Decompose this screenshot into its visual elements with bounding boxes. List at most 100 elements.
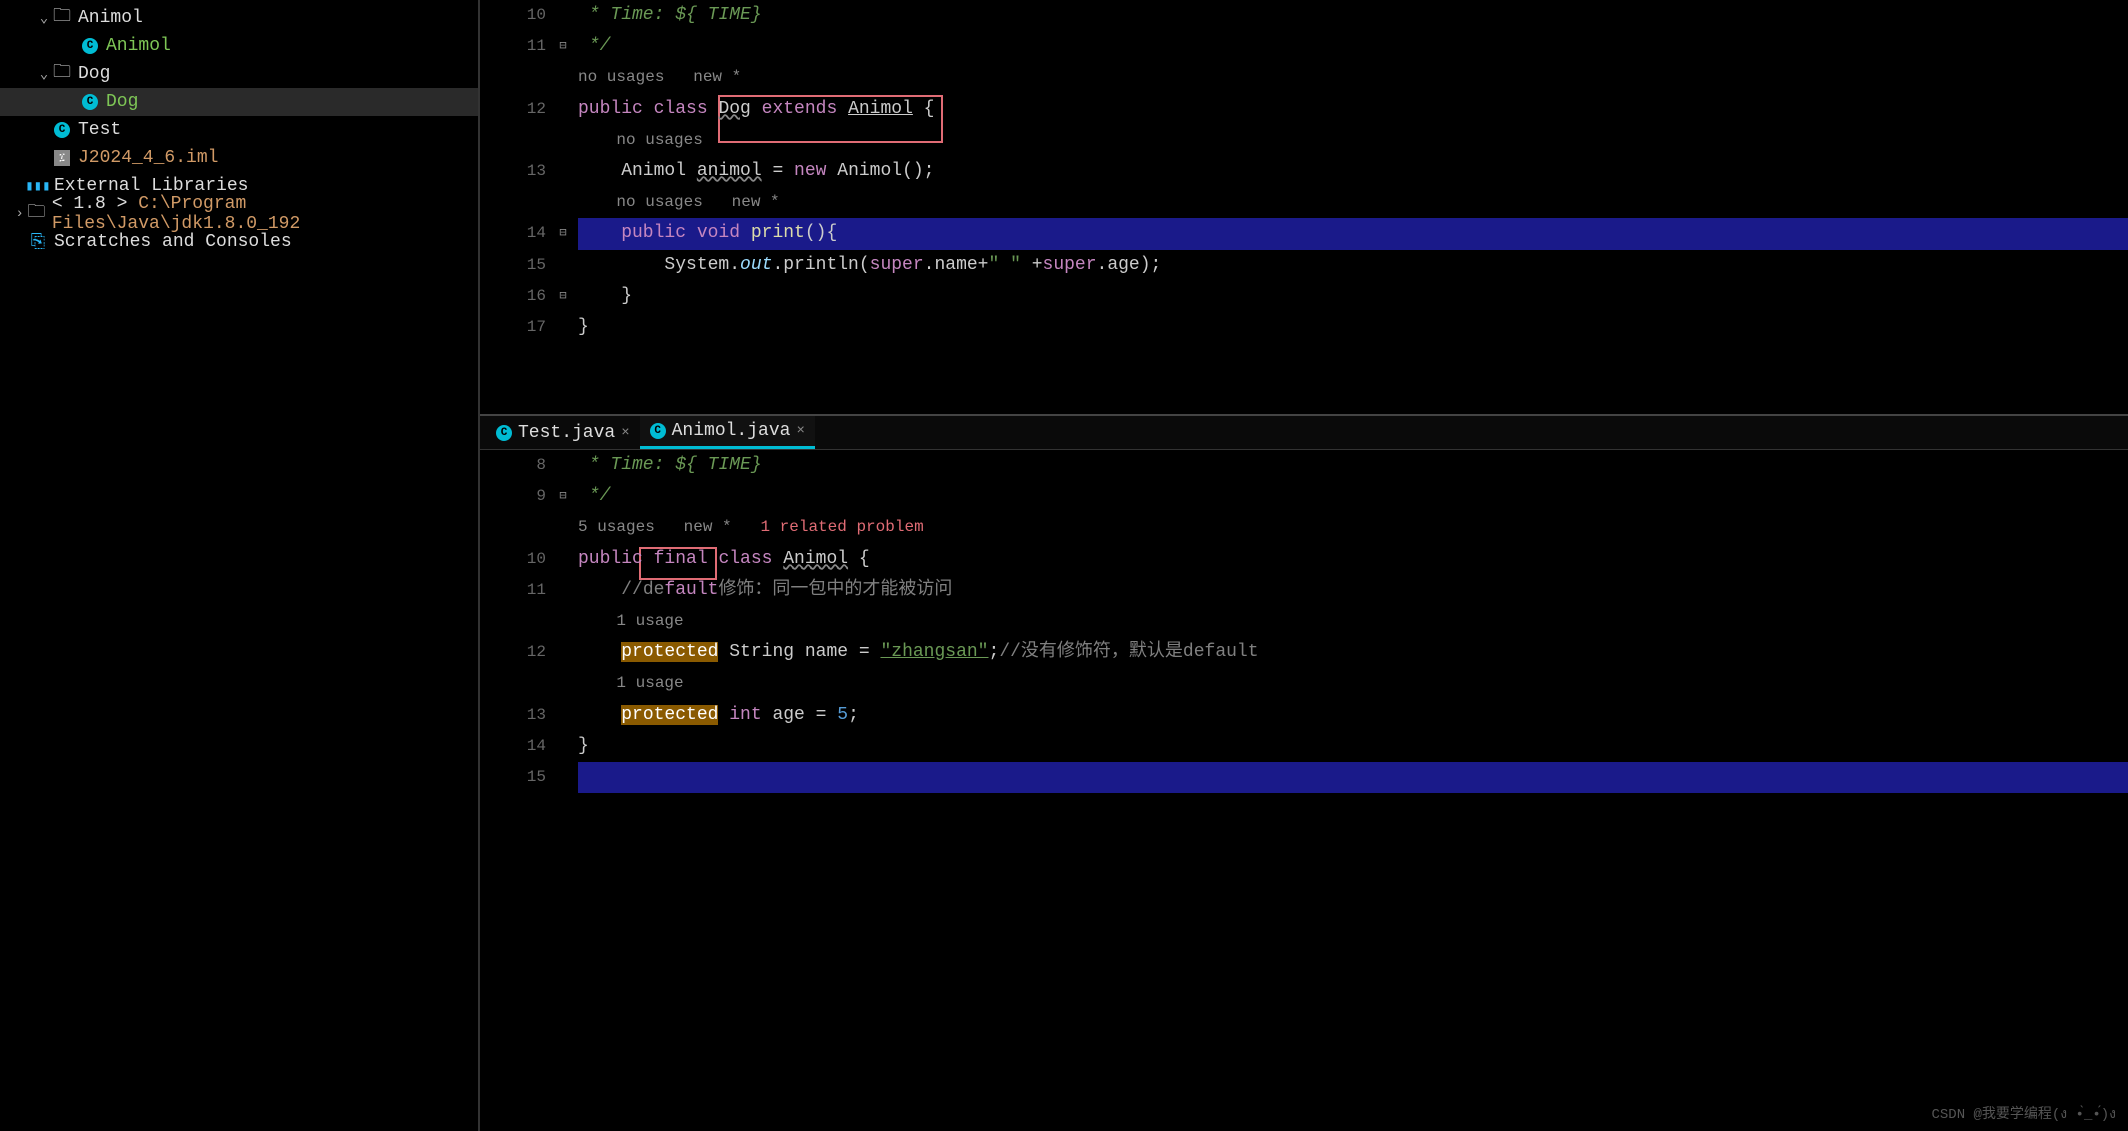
editor-pane-top: 1011121314151617 ⊟⊟⊟ * Time: ${ TIME} */…: [480, 0, 2128, 416]
tree-item-test[interactable]: C Test: [0, 116, 478, 144]
inlay-hint: no usages new *: [578, 193, 780, 211]
code-line[interactable]: * Time: ${ TIME}: [578, 0, 2128, 31]
code-line[interactable]: no usages new *: [578, 187, 2128, 218]
code-bottom[interactable]: * Time: ${ TIME} */ 5 usages new * 1 rela…: [572, 450, 2128, 1131]
tree-item-c-program-files-java-jdk1-8-0-192[interactable]: ›🗀< 1.8 > C:\Program Files\Java\jdk1.8.0…: [0, 200, 478, 228]
fold-handle: [554, 668, 572, 699]
line-number: 12: [480, 94, 546, 125]
iml-file-icon: ፲: [52, 150, 72, 166]
fold-handle[interactable]: ⊟: [554, 31, 572, 62]
close-icon[interactable]: ×: [621, 425, 629, 441]
editor-pane-bottom: CTest.java×CAnimol.java× 89101112131415 …: [480, 416, 2128, 1131]
line-number: 11: [480, 31, 546, 62]
class-icon: C: [496, 425, 512, 441]
class-icon: C: [52, 122, 72, 138]
tree-item-label: Dog: [106, 92, 138, 112]
code-line[interactable]: */: [578, 31, 2128, 62]
tree-item-label: Animol: [78, 8, 143, 28]
fold-handle: [554, 700, 572, 731]
tree-item-animol[interactable]: ⌄🗀 Animol: [0, 4, 478, 32]
fold-gutter-bottom[interactable]: ⊟: [554, 450, 572, 1131]
line-number: 13: [480, 156, 546, 187]
editor-tabs-bottom[interactable]: CTest.java×CAnimol.java×: [480, 416, 2128, 450]
code-line[interactable]: protected int age = 5;: [578, 700, 2128, 731]
tree-item-label: Dog: [78, 64, 110, 84]
fold-handle[interactable]: ⊟: [554, 218, 572, 249]
inlay-hint: no usages: [578, 131, 703, 149]
inlay-hint: 1 usage: [578, 612, 684, 630]
fold-handle: [554, 125, 572, 156]
code-top[interactable]: * Time: ${ TIME} */ no usages new * public…: [572, 0, 2128, 414]
fold-handle: [554, 637, 572, 668]
fold-handle[interactable]: ⊟: [554, 481, 572, 512]
folder-icon: 🗀: [52, 59, 72, 89]
code-line[interactable]: 1 usage: [578, 606, 2128, 637]
close-icon[interactable]: ×: [796, 423, 804, 439]
fold-handle: [554, 156, 572, 187]
scratches-icon: ⎘: [28, 232, 48, 253]
code-line[interactable]: */: [578, 481, 2128, 512]
editors-split: 1011121314151617 ⊟⊟⊟ * Time: ${ TIME} */…: [480, 0, 2128, 1131]
code-line[interactable]: no usages new *: [578, 62, 2128, 93]
tree-item-j2024-4-6-iml[interactable]: ፲J2024_4_6.iml: [0, 144, 478, 172]
code-line[interactable]: * Time: ${ TIME}: [578, 450, 2128, 481]
tab-test-java[interactable]: C Test.java ×: [486, 416, 640, 449]
code-line[interactable]: }: [578, 281, 2128, 312]
folder-icon: 🗀: [52, 3, 72, 33]
fold-handle: [554, 187, 572, 218]
tree-item-animol[interactable]: CAnimol: [0, 32, 478, 60]
tree-item-label: Animol: [106, 36, 171, 56]
line-number: 12: [480, 637, 546, 668]
class-icon: C: [650, 423, 666, 439]
line-number: 15: [480, 762, 546, 793]
line-number: [480, 187, 546, 218]
fold-handle: [554, 62, 572, 93]
code-line[interactable]: }: [578, 731, 2128, 762]
project-tree[interactable]: ⌄🗀AnimolCAnimol⌄🗀DogCDogCTest፲J2024_4_6.…: [0, 4, 478, 256]
fold-handle: [554, 250, 572, 281]
fold-handle: [554, 512, 572, 543]
line-number: [480, 606, 546, 637]
tree-item-dog[interactable]: ⌄🗀 Dog: [0, 60, 478, 88]
code-line[interactable]: System.out.println(super.name+" " +super…: [578, 250, 2128, 281]
fold-handle: [554, 0, 572, 31]
chevron-icon[interactable]: ⌄: [36, 66, 52, 83]
line-number: [480, 125, 546, 156]
code-area-bottom[interactable]: 89101112131415 ⊟ * Time: ${ TIME} */5 us…: [480, 450, 2128, 1131]
fold-handle: [554, 606, 572, 637]
tree-item-label: Test: [78, 120, 121, 140]
line-number: 10: [480, 0, 546, 31]
code-line[interactable]: 5 usages new * 1 related problem: [578, 512, 2128, 543]
gutter-top: 1011121314151617: [480, 0, 554, 414]
tree-item-dog[interactable]: C Dog: [0, 88, 478, 116]
tab-animol-java[interactable]: CAnimol.java×: [640, 416, 815, 449]
chevron-icon[interactable]: ›: [12, 206, 27, 222]
fold-handle: [554, 575, 572, 606]
code-line[interactable]: public void print(){: [578, 218, 2128, 249]
code-line[interactable]: }: [578, 312, 2128, 343]
line-number: 14: [480, 218, 546, 249]
code-line[interactable]: no usages: [578, 125, 2128, 156]
class-icon: C: [80, 94, 100, 110]
chevron-icon[interactable]: ⌄: [36, 10, 52, 27]
line-number: 15: [480, 250, 546, 281]
library-icon: ▮▮▮: [28, 178, 48, 195]
fold-gutter-top[interactable]: ⊟ ⊟ ⊟: [554, 0, 572, 414]
code-line[interactable]: Animol animol = new Animol();: [578, 156, 2128, 187]
code-line[interactable]: 1 usage: [578, 668, 2128, 699]
code-area-top[interactable]: 1011121314151617 ⊟⊟⊟ * Time: ${ TIME} */…: [480, 0, 2128, 414]
inlay-hint: 5 usages new * 1 related problem: [578, 518, 924, 536]
code-line[interactable]: public final class Animol {: [578, 544, 2128, 575]
line-number: 9: [480, 481, 546, 512]
tab-label: Test.java: [518, 423, 615, 443]
jdk-icon: 🗀: [27, 199, 46, 229]
code-line[interactable]: //default修饰：同一包中的才能被访问: [578, 575, 2128, 606]
line-number: 13: [480, 700, 546, 731]
inlay-hint: no usages new *: [578, 68, 741, 86]
code-line[interactable]: [578, 762, 2128, 793]
code-line[interactable]: public class Dog extends Animol {: [578, 94, 2128, 125]
code-line[interactable]: protected String name = "zhangsan";//没有修…: [578, 637, 2128, 668]
project-tree-sidebar: ⌄🗀AnimolCAnimol⌄🗀DogCDogCTest፲J2024_4_6.…: [0, 0, 480, 1131]
tree-item-label: Scratches and Consoles: [54, 232, 292, 252]
fold-handle[interactable]: ⊟: [554, 281, 572, 312]
